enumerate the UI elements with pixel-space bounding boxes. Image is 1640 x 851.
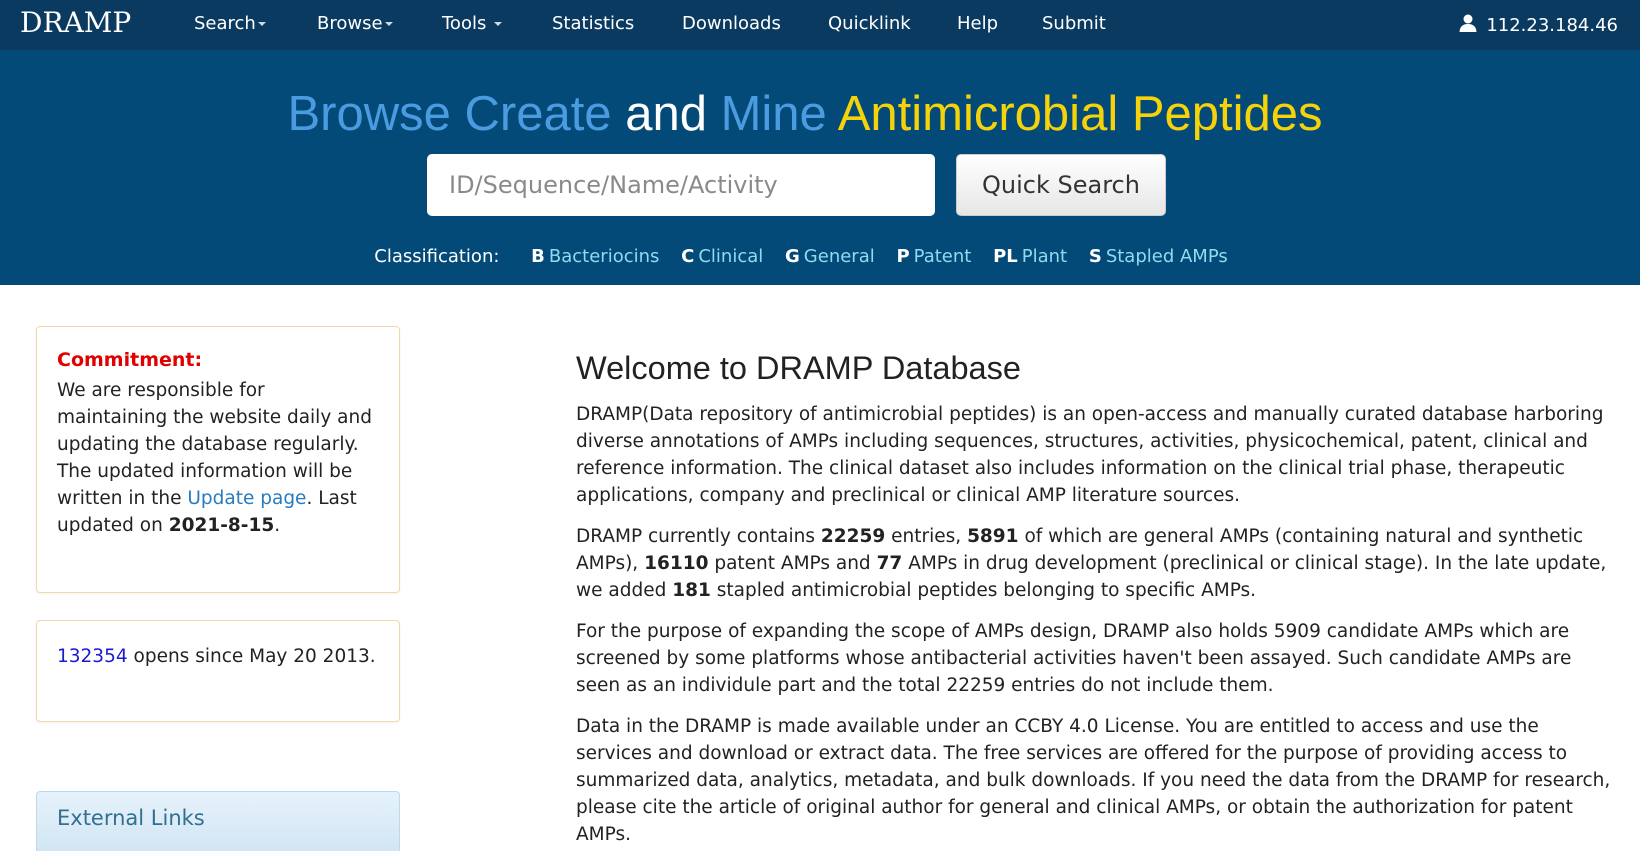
- quick-search-input[interactable]: [427, 154, 935, 216]
- license-paragraph: Data in the DRAMP is made available unde…: [576, 716, 1611, 845]
- class-name: Bacteriocins: [548, 246, 660, 267]
- general-amps-count: 5891: [967, 526, 1019, 547]
- class-link-patent[interactable]: P Patent: [896, 246, 971, 267]
- class-code: C: [681, 246, 695, 267]
- stats-text-6: stapled antimicrobial peptides belonging…: [710, 580, 1257, 601]
- top-navbar: DRAMP Search Browse Tools Statistics Dow…: [0, 0, 1640, 50]
- class-name: Clinical: [698, 246, 764, 267]
- hero-title-part-2: and: [625, 87, 707, 141]
- user-ip-text: 112.23.184.46: [1486, 15, 1618, 36]
- class-code: S: [1088, 246, 1102, 267]
- nav-browse[interactable]: Browse: [317, 13, 393, 34]
- class-code: G: [785, 246, 800, 267]
- commitment-text-3: .: [274, 515, 281, 536]
- class-name: General: [803, 246, 875, 267]
- hero-title-part-3: Mine: [720, 87, 827, 141]
- stats-text-4: patent AMPs and: [708, 553, 877, 574]
- hero-title: Browse Create and Mine Antimicrobial Pep…: [0, 86, 1610, 142]
- nav-downloads[interactable]: Downloads: [682, 13, 781, 34]
- stapled-amps-count: 181: [672, 580, 711, 601]
- nav-search-label: Search: [194, 13, 256, 34]
- hero-title-part-1: Browse Create: [287, 87, 612, 141]
- class-code: PL: [993, 246, 1018, 267]
- main-content: Welcome to DRAMP Database DRAMP(Data rep…: [576, 350, 1616, 851]
- visit-counter-panel: 132354 opens since May 20 2013.: [36, 620, 400, 722]
- hero-title-part-4: Antimicrobial Peptides: [837, 87, 1323, 141]
- total-entries: 22259: [820, 526, 886, 547]
- caret-down-icon: [384, 22, 393, 26]
- hero-banner: Browse Create and Mine Antimicrobial Pep…: [0, 50, 1640, 285]
- user-ip-menu[interactable]: 112.23.184.46: [1458, 13, 1618, 36]
- commitment-heading: Commitment:: [57, 349, 203, 371]
- drug-amps-count: 77: [876, 553, 903, 574]
- commitment-panel: Commitment: We are responsible for maint…: [36, 326, 400, 593]
- commitment-text: We are responsible for maintaining the w…: [57, 377, 379, 539]
- class-link-general[interactable]: G General: [785, 246, 875, 267]
- class-name: Plant: [1021, 246, 1068, 267]
- candidate-paragraph: For the purpose of expanding the scope o…: [576, 621, 1572, 696]
- class-code: B: [531, 246, 545, 267]
- class-link-clinical[interactable]: C Clinical: [681, 246, 763, 267]
- classification-label: Classification:: [374, 246, 500, 267]
- nav-tools-label: Tools: [442, 13, 487, 34]
- update-page-link[interactable]: Update page: [187, 488, 306, 509]
- nav-statistics[interactable]: Statistics: [552, 13, 634, 34]
- quick-search-button[interactable]: Quick Search: [956, 154, 1166, 216]
- last-updated-date: 2021-8-15: [168, 515, 275, 536]
- brand-logo[interactable]: DRAMP: [20, 6, 131, 39]
- nav-browse-label: Browse: [317, 13, 383, 34]
- page-title: Welcome to DRAMP Database: [576, 350, 1021, 386]
- class-link-plant[interactable]: PL Plant: [993, 246, 1067, 267]
- class-link-stapled[interactable]: S Stapled AMPs: [1089, 246, 1228, 267]
- nav-help[interactable]: Help: [957, 13, 998, 34]
- nav-submit[interactable]: Submit: [1042, 13, 1106, 34]
- stats-paragraph: DRAMP currently contains 22259 entries, …: [576, 523, 1616, 604]
- class-name: Patent: [913, 246, 972, 267]
- nav-search[interactable]: Search: [194, 13, 266, 34]
- class-link-bacteriocins[interactable]: B Bacteriocins: [531, 246, 659, 267]
- nav-quicklink[interactable]: Quicklink: [828, 13, 911, 34]
- nav-tools[interactable]: Tools: [442, 13, 503, 34]
- caret-down-icon: [494, 22, 503, 26]
- class-code: P: [896, 246, 910, 267]
- class-name: Stapled AMPs: [1105, 246, 1228, 267]
- stats-text-1: DRAMP currently contains: [576, 526, 821, 547]
- user-icon: [1459, 14, 1477, 32]
- visit-count: 132354: [57, 646, 128, 667]
- stats-text-2: entries,: [885, 526, 968, 547]
- caret-down-icon: [257, 22, 266, 26]
- classification-bar: Classification: B Bacteriocins C Clinical …: [0, 246, 1640, 267]
- intro-paragraph: DRAMP(Data repository of antimicrobial p…: [576, 404, 1604, 506]
- patent-amps-count: 16110: [644, 553, 709, 574]
- external-links-panel: External Links: [36, 791, 400, 851]
- external-links-heading: External Links: [57, 806, 205, 830]
- visit-count-text: opens since May 20 2013.: [127, 646, 376, 667]
